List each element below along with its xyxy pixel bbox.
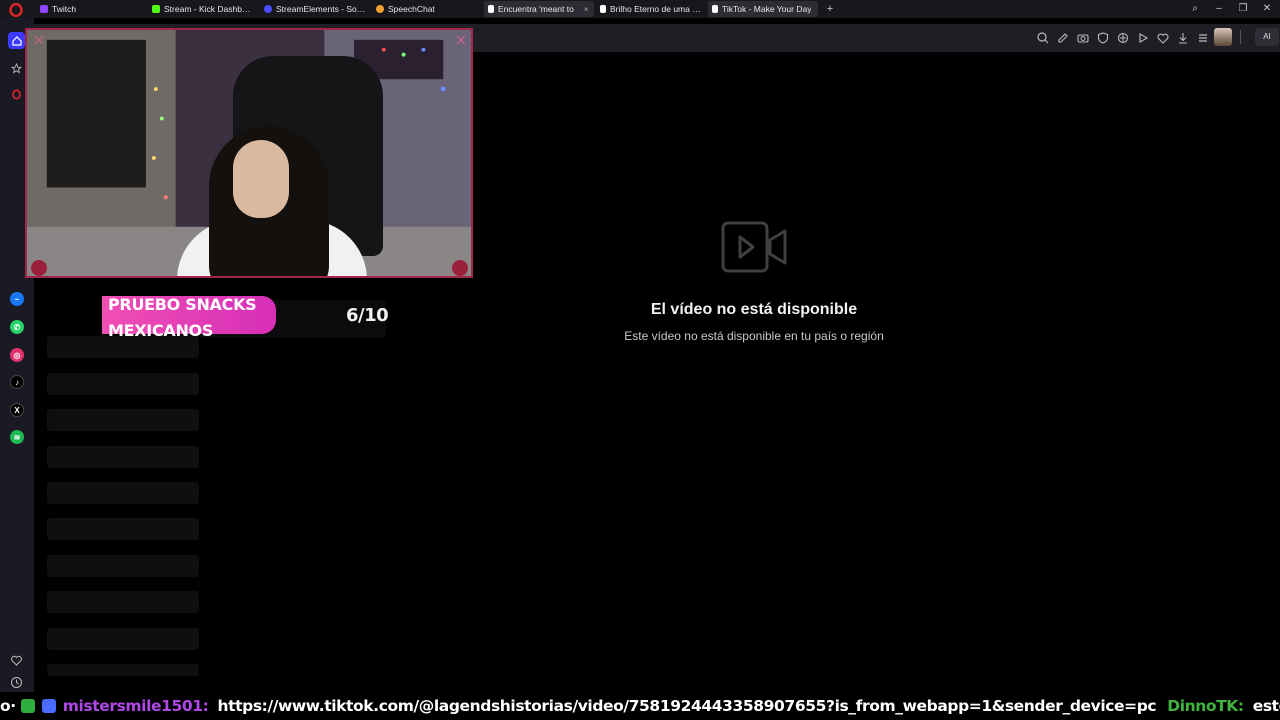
heart-icon[interactable] (1156, 31, 1170, 45)
tiktok-icon (488, 5, 494, 13)
skeleton-row (47, 591, 199, 613)
messenger-icon[interactable]: ~ (10, 292, 24, 306)
kick-icon (152, 5, 160, 13)
snack-score: 6/10 (346, 305, 389, 326)
opera-ai-icon (12, 89, 21, 100)
minimize-button[interactable]: – (1208, 1, 1230, 17)
tab-label: Stream - Kick Dashboard (164, 4, 254, 14)
skeleton-row (47, 518, 199, 540)
speed-dial-button[interactable] (8, 60, 25, 77)
skeleton-row (47, 664, 199, 676)
twitch-icon (40, 5, 48, 13)
heart-icon[interactable] (10, 654, 23, 667)
new-tab-button[interactable]: + (824, 3, 836, 15)
vpn-icon[interactable] (1116, 31, 1130, 45)
camera-icon[interactable] (1076, 31, 1090, 45)
tab-brilho-eterno[interactable]: Brilho Eterno de uma Men (596, 1, 706, 17)
history-icon[interactable] (10, 676, 23, 689)
chat-prefix: o· (0, 697, 16, 715)
tab-twitch[interactable]: Twitch (36, 1, 146, 17)
edit-icon[interactable] (1056, 31, 1070, 45)
tiktok-icon[interactable]: ♪ (10, 375, 24, 389)
webcam-frame-border (31, 35, 468, 276)
tab-label: Encuentra 'meant to (498, 4, 574, 14)
tab-label: TikTok - Make Your Day (722, 4, 812, 14)
whatsapp-icon[interactable]: ✆ (10, 320, 24, 334)
menu-icon[interactable] (1196, 31, 1210, 45)
skeleton-row (47, 482, 199, 504)
browser-tab-strip: Twitch Stream - Kick Dashboard StreamEle… (0, 0, 1280, 18)
skeleton-row (47, 446, 199, 468)
ai-button[interactable]: AI (1255, 28, 1279, 46)
video-unavailable-icon (721, 221, 787, 273)
profile-avatar[interactable] (1214, 28, 1232, 46)
checkmark-badge-icon (20, 699, 35, 713)
skeleton-row (47, 373, 199, 395)
restore-button[interactable]: ❐ (1232, 1, 1254, 17)
skeleton-row (47, 628, 199, 650)
tab-tiktok[interactable]: TikTok - Make Your Day (708, 1, 818, 17)
close-icon[interactable]: × (584, 5, 589, 14)
tab-encuentra[interactable]: Encuentra 'meant to × (484, 1, 594, 17)
instagram-icon[interactable]: ◎ (10, 348, 24, 362)
skeleton-row (47, 555, 199, 577)
download-icon[interactable] (1176, 31, 1190, 45)
tiktok-icon (600, 5, 606, 13)
toolbar-divider (1240, 30, 1241, 44)
tab-label: StreamElements - Songreq (276, 4, 366, 14)
star-icon (11, 63, 22, 74)
skeleton-row (47, 409, 199, 431)
video-unavailable-title: El vídeo no está disponible (650, 301, 858, 318)
x-icon[interactable]: X (10, 403, 24, 417)
spotify-icon[interactable]: ≋ (10, 430, 24, 444)
home-button[interactable] (8, 32, 25, 49)
tab-label: Brilho Eterno de uma Men (610, 4, 702, 14)
chat-message: estoy apr (1252, 697, 1280, 715)
tab-label: SpeechChat (388, 4, 435, 14)
play-icon[interactable] (1136, 31, 1150, 45)
webcam-overlay (25, 28, 473, 278)
tab-kick-dashboard[interactable]: Stream - Kick Dashboard (148, 1, 258, 17)
streamelements-icon (264, 5, 272, 13)
tab-label: Twitch (52, 4, 77, 14)
speechchat-icon (376, 5, 384, 13)
tab-streamelements[interactable]: StreamElements - Songreq (260, 1, 370, 17)
opera-logo-icon[interactable] (9, 3, 23, 17)
video-unavailable-subtitle: Este vídeo no está disponible en tu país… (624, 329, 884, 343)
home-icon (11, 35, 22, 46)
chat-username: mistersmile1501: (62, 697, 209, 715)
chat-message: https://www.tiktok.com/@lagendshistorias… (217, 697, 1157, 715)
verified-badge-icon (41, 699, 56, 713)
zoom-icon[interactable] (1036, 31, 1050, 45)
skeleton-row (47, 336, 199, 358)
ai-sidebar-button[interactable] (8, 86, 25, 103)
tiktok-icon (712, 5, 718, 13)
close-window-button[interactable]: ✕ (1256, 1, 1278, 17)
chat-username: DinnoTK: (1167, 697, 1244, 715)
chat-ticker: o· mistersmile1501: https://www.tiktok.c… (0, 692, 1280, 720)
shield-icon[interactable] (1096, 31, 1110, 45)
search-tabs-button[interactable]: ⌕ (1184, 1, 1206, 17)
tab-speechchat[interactable]: SpeechChat (372, 1, 482, 17)
